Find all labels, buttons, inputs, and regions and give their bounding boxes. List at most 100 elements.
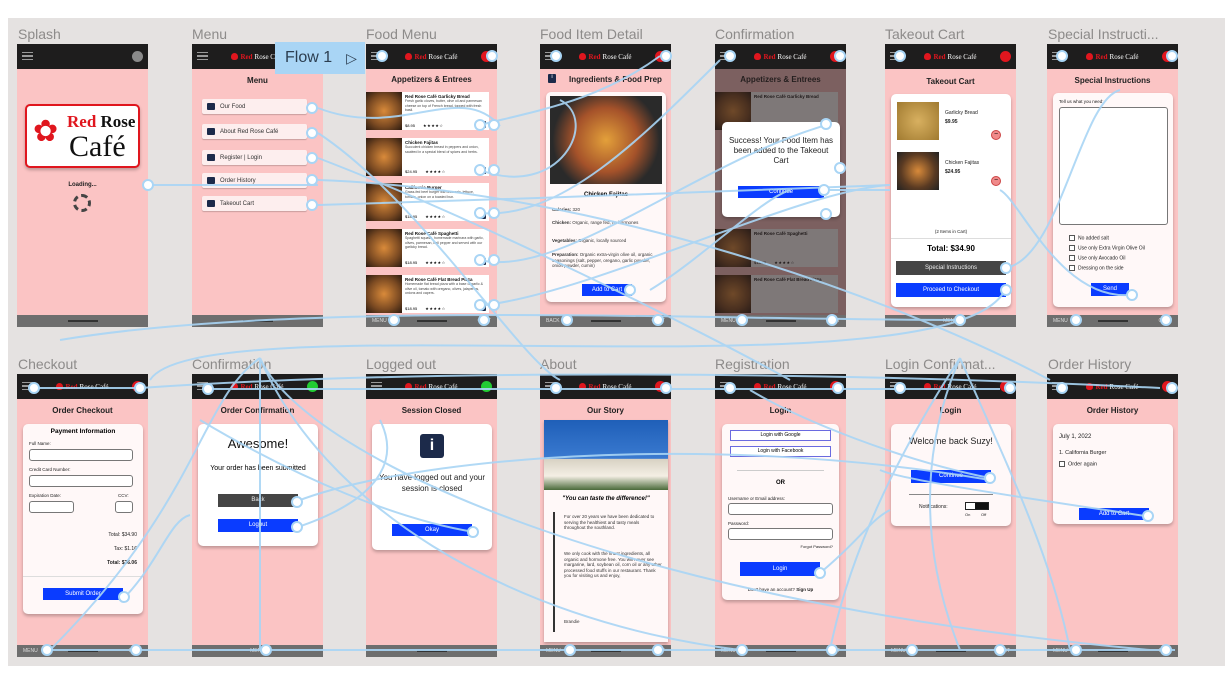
frame-food-menu[interactable]: Red Rose Café Appetizers & Entrees Red Ro…	[366, 44, 497, 327]
cart-nav-button[interactable]: CART	[826, 318, 840, 324]
checkbox[interactable]	[1069, 255, 1075, 261]
notifications-toggle[interactable]	[965, 502, 989, 510]
frame-takeout-cart[interactable]: Red Rose Café Takeout Cart Garlicky Bread…	[885, 44, 1016, 327]
checkout-button[interactable]: Proceed to Checkout	[896, 283, 1006, 297]
menu-nav-button[interactable]: MENU	[250, 648, 265, 654]
forgot-password-link[interactable]: Forgot Password?	[801, 544, 833, 549]
menu-nav-button[interactable]: MENU	[943, 318, 958, 324]
info-button[interactable]	[479, 121, 486, 128]
card-number-input[interactable]	[29, 475, 133, 487]
signup-link[interactable]: Sign Up	[796, 587, 813, 592]
add-to-cart-button[interactable]: Add to Cart	[582, 284, 632, 296]
hamburger-icon[interactable]	[890, 382, 901, 390]
flow-starting-point[interactable]: Flow 1 ▷	[275, 42, 365, 74]
hamburger-icon[interactable]	[371, 52, 382, 60]
checkbox[interactable]	[1059, 461, 1065, 467]
cart-badge-icon[interactable]	[1000, 381, 1011, 392]
info-button[interactable]	[479, 212, 486, 219]
cart-badge-icon[interactable]	[1000, 51, 1011, 62]
cart-badge-icon[interactable]	[481, 51, 492, 62]
checkbox[interactable]	[1069, 265, 1075, 271]
hamburger-icon[interactable]	[890, 52, 901, 60]
menu-item-register[interactable]: Register | Login	[202, 150, 307, 165]
option-avocado-oil[interactable]: Use only Avocado Oil	[1069, 255, 1125, 261]
send-button[interactable]: Send	[1091, 283, 1129, 296]
menu-item-our-food[interactable]: Our Food	[202, 99, 307, 114]
hamburger-icon[interactable]	[1052, 382, 1063, 390]
food-item[interactable]: Red Rose Café Spaghetti Spaghetti squash,…	[366, 229, 489, 267]
cart-nav-button[interactable]: CART	[651, 648, 665, 654]
hamburger-icon[interactable]	[545, 52, 556, 60]
continue-button[interactable]: Continue	[911, 470, 991, 483]
frame-order-confirmation[interactable]: Red Rose Café Order Confirmation Awesome!…	[192, 374, 323, 657]
cart-nav-button[interactable]: CART	[826, 648, 840, 654]
hamburger-icon[interactable]	[197, 382, 208, 390]
hamburger-icon[interactable]	[371, 382, 382, 390]
frame-logged-out[interactable]: Red Rose Café Session Closed i You have l…	[366, 374, 497, 657]
cart-badge-icon[interactable]	[1162, 381, 1173, 392]
cvv-input[interactable]	[115, 501, 133, 513]
hamburger-icon[interactable]	[545, 382, 556, 390]
cart-badge-icon[interactable]	[830, 381, 841, 392]
food-item[interactable]: Red Rose Café Garlicky Bread Fresh garlic…	[366, 92, 489, 130]
remove-item-button[interactable]: −	[991, 176, 1001, 186]
full-name-input[interactable]	[29, 449, 133, 461]
menu-nav-button[interactable]: MENU	[721, 318, 736, 324]
instructions-textarea[interactable]	[1059, 107, 1168, 225]
cart-badge-icon[interactable]	[1162, 51, 1173, 62]
info-button[interactable]	[479, 167, 486, 174]
okay-button[interactable]: Okay	[392, 524, 472, 536]
frame-about[interactable]: Red Rose Café Our Story "You can taste th…	[540, 374, 671, 657]
cart-badge-icon[interactable]	[655, 51, 666, 62]
menu-nav-button[interactable]: MENU	[1053, 648, 1068, 654]
menu-nav-button[interactable]: MENU	[891, 648, 906, 654]
login-google-button[interactable]: Login with Google	[730, 430, 831, 441]
frame-menu[interactable]: Red Rose Café Menu Our Food About Red Ros…	[192, 44, 323, 327]
checkbox[interactable]	[1069, 245, 1075, 251]
option-dressing-side[interactable]: Dressing on the side	[1069, 265, 1124, 271]
cart-badge-icon[interactable]	[655, 381, 666, 392]
order-again-option[interactable]: Order again	[1059, 461, 1097, 467]
cart-badge-icon[interactable]	[830, 51, 841, 62]
expiration-input[interactable]	[29, 501, 74, 513]
password-input[interactable]	[728, 528, 833, 540]
login-button[interactable]: Login	[740, 562, 820, 576]
cart-nav-button[interactable]: CART	[1158, 318, 1172, 324]
info-button[interactable]	[479, 258, 486, 265]
checkbox[interactable]	[1069, 235, 1075, 241]
menu-nav-button[interactable]: MENU	[721, 648, 736, 654]
special-instructions-button[interactable]: Special Instructions	[896, 261, 1006, 275]
menu-nav-button[interactable]: MENU	[372, 318, 387, 324]
add-to-cart-button[interactable]: Add to Cart	[1079, 508, 1149, 520]
food-item[interactable]: Chicken Fajitas Succulent chicken breast …	[366, 138, 489, 176]
frame-order-history[interactable]: Red Rose Café Order History July 1, 2022 …	[1047, 374, 1178, 657]
menu-nav-button[interactable]: MENU	[1053, 318, 1068, 324]
info-button[interactable]	[479, 304, 486, 311]
hamburger-icon[interactable]	[197, 52, 208, 60]
menu-nav-button[interactable]: MENU	[546, 648, 561, 654]
hamburger-icon[interactable]	[1052, 52, 1063, 60]
food-item[interactable]: Red Rose Café Flat Bread Pizza Homemade f…	[366, 275, 489, 313]
frame-special-instructions[interactable]: Red Rose Café Special Instructions Tell u…	[1047, 44, 1178, 327]
username-input[interactable]	[728, 503, 833, 515]
menu-nav-button[interactable]: MENU	[23, 648, 38, 654]
hamburger-icon[interactable]	[22, 382, 33, 390]
menu-item-order-history[interactable]: Order History	[202, 173, 307, 188]
play-icon[interactable]: ▷	[346, 50, 357, 67]
frame-registration[interactable]: Red Rose Café Login Login with Google Log…	[715, 374, 846, 657]
submit-order-button[interactable]: Submit Order	[43, 588, 123, 600]
hamburger-icon[interactable]	[720, 52, 731, 60]
frame-food-detail[interactable]: Red Rose Café i Ingredients & Food Prep C…	[540, 44, 671, 327]
hamburger-icon[interactable]	[22, 52, 33, 60]
cart-nav-button[interactable]: CART	[651, 318, 665, 324]
menu-item-takeout-cart[interactable]: Takeout Cart	[202, 196, 307, 211]
logout-button[interactable]: Logout	[218, 519, 298, 532]
frame-checkout[interactable]: Red Rose Café Order Checkout Payment Info…	[17, 374, 148, 657]
continue-button[interactable]: Continue	[738, 186, 824, 198]
menu-item-about[interactable]: About Red Rose Café	[202, 124, 307, 139]
food-item[interactable]: California Burger Grass-fed beef burger w…	[366, 183, 489, 221]
cart-nav-button[interactable]: CART	[996, 648, 1010, 654]
cart-nav-button[interactable]: CART	[128, 648, 142, 654]
frame-confirmation[interactable]: RedRose Café Appetizers & Entrees Red Ro…	[715, 44, 846, 327]
hamburger-icon[interactable]	[720, 382, 731, 390]
